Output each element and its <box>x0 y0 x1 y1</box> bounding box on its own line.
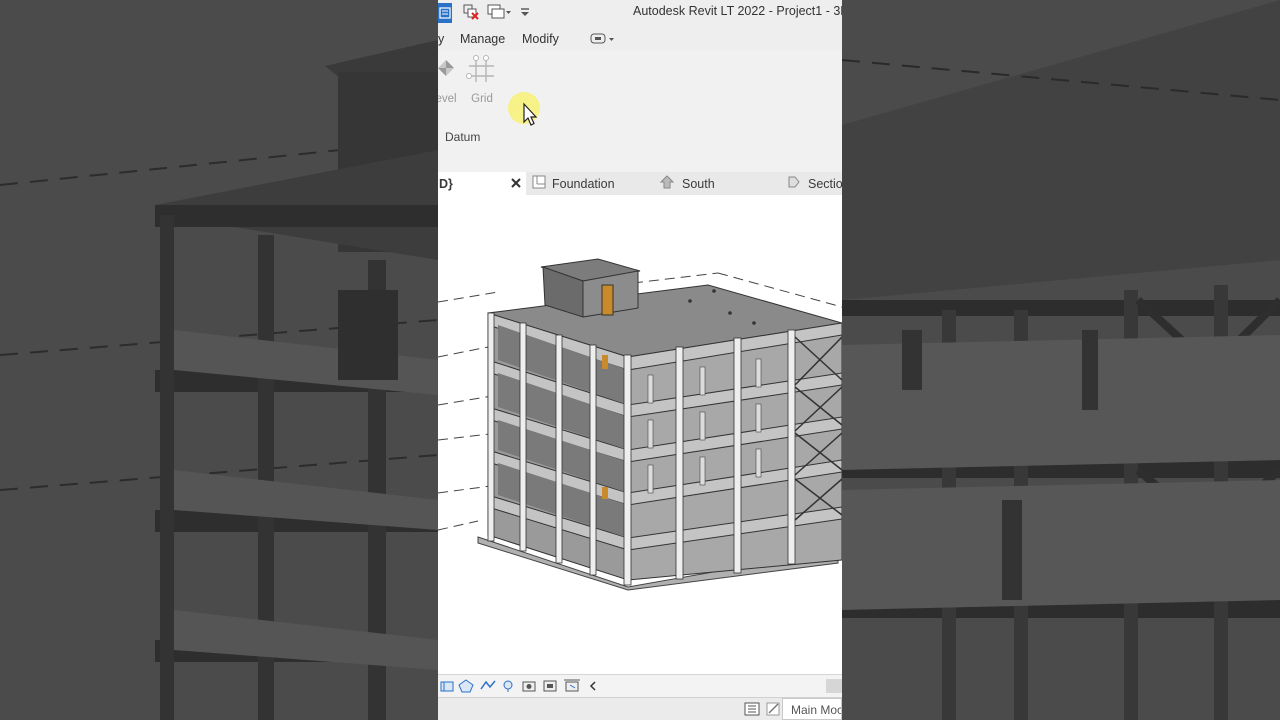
level-icon <box>438 54 460 89</box>
shadows-icon[interactable] <box>522 679 536 698</box>
scrollbar[interactable] <box>826 679 842 693</box>
tab-section-label: Sectio <box>808 176 842 191</box>
close-hidden-views-icon[interactable] <box>462 3 480 21</box>
tab-foundation[interactable]: Foundation <box>532 172 615 195</box>
view-control-bar <box>438 674 842 697</box>
floor-plan-icon <box>532 175 546 192</box>
blurred-background-left <box>0 0 438 720</box>
building-3d-model <box>438 258 842 591</box>
grid-tool-button[interactable]: Grid <box>466 54 498 105</box>
crop-view-icon[interactable] <box>542 679 558 698</box>
detail-level-icon[interactable] <box>458 679 474 698</box>
save-icon[interactable] <box>438 3 452 23</box>
view-tab-bar: D} Foundation South Sectio <box>438 172 842 196</box>
editing-requests-icon[interactable] <box>766 702 782 720</box>
grid-icon <box>466 54 498 91</box>
background-building-closeup-left <box>0 0 438 720</box>
sun-path-icon[interactable] <box>502 679 514 698</box>
ribbon-display-toggle-icon[interactable] <box>590 32 616 50</box>
grid-tool-label: Grid <box>471 93 493 105</box>
level-tool-button[interactable]: evel <box>438 54 460 105</box>
datum-panel-label: Datum <box>445 130 481 144</box>
status-bar: Main Moc <box>438 697 842 720</box>
customize-toolbar-icon[interactable] <box>518 3 532 21</box>
scale-icon[interactable] <box>440 679 454 698</box>
chevron-left-icon[interactable] <box>588 679 598 698</box>
close-tab-icon[interactable] <box>510 177 522 192</box>
tab-south[interactable]: South <box>659 172 715 195</box>
ribbon-panel: evel Grid Datum <box>438 50 842 147</box>
title-bar: Autodesk Revit LT 2022 - Project1 - 3D V <box>438 0 842 26</box>
switch-windows-icon[interactable] <box>486 3 512 21</box>
window-title: Autodesk Revit LT 2022 - Project1 - 3D V <box>633 4 842 18</box>
revit-window: Autodesk Revit LT 2022 - Project1 - 3D V… <box>438 0 842 720</box>
ribbon-tab-manage[interactable]: Manage <box>460 32 505 46</box>
tab-south-label: South <box>682 176 715 191</box>
ribbon-tab-bar: y Manage Modify <box>438 26 842 50</box>
tab-3d-view[interactable]: D} <box>438 172 526 195</box>
tab-foundation-label: Foundation <box>552 176 615 191</box>
ribbon-tab-modify[interactable]: Modify <box>522 32 559 46</box>
section-icon <box>786 175 800 192</box>
3d-viewport[interactable] <box>438 195 842 673</box>
blurred-background-right <box>842 0 1280 720</box>
mouse-cursor-icon <box>506 90 546 135</box>
options-bar <box>438 146 842 172</box>
level-tool-label: evel <box>438 93 457 105</box>
main-model-selector[interactable]: Main Moc <box>782 698 842 720</box>
tab-section[interactable]: Sectio <box>786 172 842 195</box>
background-building-closeup-right <box>842 0 1280 720</box>
tab-3d-label: D} <box>439 176 453 191</box>
ribbon-tab-view[interactable]: y <box>438 32 444 46</box>
visual-style-icon[interactable] <box>480 679 496 698</box>
elevation-icon <box>659 175 675 192</box>
show-crop-region-icon[interactable] <box>563 679 581 698</box>
worksets-icon[interactable] <box>744 702 760 720</box>
